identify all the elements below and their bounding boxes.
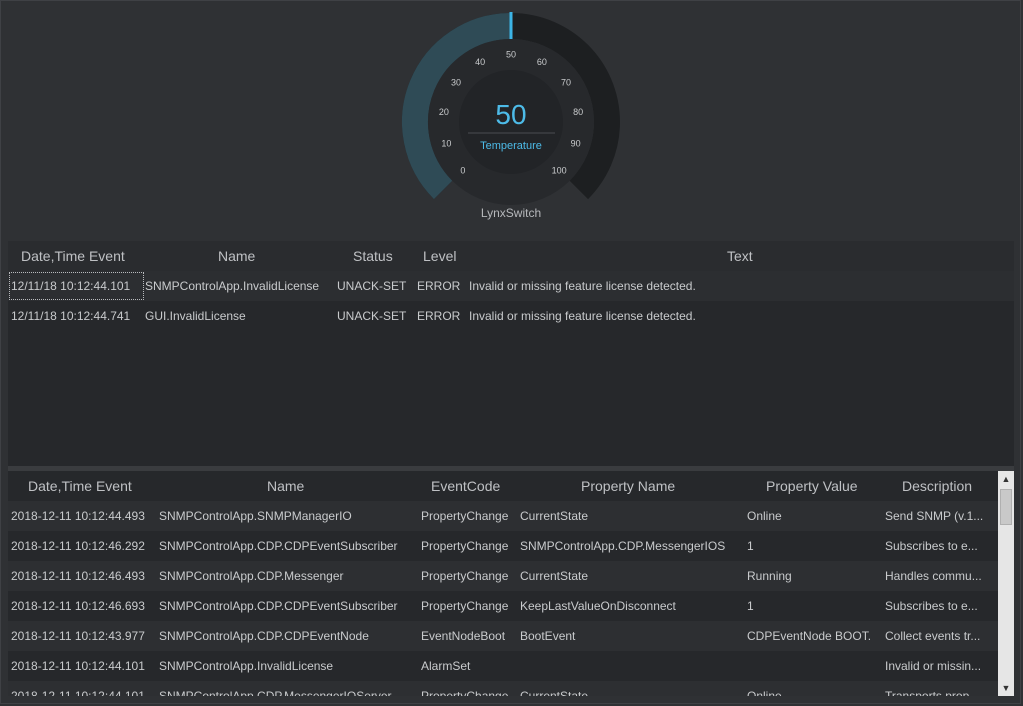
alarm-cell-text[interactable]: Invalid or missing feature license detec… (469, 301, 969, 331)
alarm-table-header: Date,Time Event Name Status Level Text (8, 241, 1014, 271)
event-cell-name[interactable]: SNMPControlApp.CDP.MessengerIOServer (159, 681, 417, 696)
alarm-row[interactable]: 12/11/18 10:12:44.741 GUI.InvalidLicense… (8, 301, 1014, 331)
alarm-cell-name[interactable]: SNMPControlApp.InvalidLicense (145, 271, 335, 301)
event-cell-property-name[interactable]: CurrentState (520, 501, 745, 531)
gauge-tick-label: 10 (441, 139, 451, 149)
alarm-col-time[interactable]: Date,Time Event (21, 241, 125, 271)
event-cell-description[interactable]: Collect events tr... (885, 621, 995, 651)
event-col-property-name[interactable]: Property Name (581, 471, 675, 501)
event-cell-property-name[interactable]: BootEvent (520, 621, 745, 651)
event-cell-property-name[interactable]: KeepLastValueOnDisconnect (520, 591, 745, 621)
event-row[interactable]: 2018-12-11 10:12:46.693 SNMPControlApp.CD… (8, 591, 998, 621)
event-row[interactable]: 2018-12-11 10:12:44.493 SNMPControlApp.SN… (8, 501, 998, 531)
event-cell-eventcode[interactable]: PropertyChange (421, 531, 519, 561)
gauge-tick-label: 90 (571, 139, 581, 149)
event-cell-property-name[interactable]: CurrentState (520, 681, 745, 696)
event-cell-eventcode[interactable]: PropertyChange (421, 681, 519, 696)
event-cell-name[interactable]: SNMPControlApp.InvalidLicense (159, 651, 417, 681)
event-cell-description[interactable]: Subscribes to e... (885, 531, 995, 561)
event-cell-description[interactable]: Transports prop... (885, 681, 995, 696)
event-cell-eventcode[interactable]: AlarmSet (421, 651, 519, 681)
event-col-description[interactable]: Description (902, 471, 972, 501)
event-cell-property-name[interactable]: CurrentState (520, 561, 745, 591)
event-table: Date,Time Event Name EventCode Property … (8, 471, 998, 696)
event-row[interactable]: 2018-12-11 10:12:43.977 SNMPControlApp.CD… (8, 621, 998, 651)
gauge-label: Temperature (480, 140, 542, 152)
event-cell-description[interactable]: Subscribes to e... (885, 591, 995, 621)
event-cell-name[interactable]: SNMPControlApp.CDP.CDPEventSubscriber (159, 531, 417, 561)
alarm-cell-level[interactable]: ERROR (417, 271, 467, 301)
event-cell-eventcode[interactable]: PropertyChange (421, 501, 519, 531)
event-cell-name[interactable]: SNMPControlApp.SNMPManagerIO (159, 501, 417, 531)
alarm-col-name[interactable]: Name (218, 241, 255, 271)
gauge-tick-label: 0 (460, 166, 465, 176)
event-cell-eventcode[interactable]: PropertyChange (421, 591, 519, 621)
alarm-col-level[interactable]: Level (423, 241, 456, 271)
alarm-cell-name[interactable]: GUI.InvalidLicense (145, 301, 335, 331)
gauge-tick-label: 70 (561, 78, 571, 88)
event-cell-name[interactable]: SNMPControlApp.CDP.Messenger (159, 561, 417, 591)
event-col-name[interactable]: Name (267, 471, 304, 501)
event-table-header: Date,Time Event Name EventCode Property … (8, 471, 998, 501)
alarm-cell-time[interactable]: 12/11/18 10:12:44.101 (8, 271, 145, 301)
alarm-cell-text[interactable]: Invalid or missing feature license detec… (469, 271, 969, 301)
event-col-property-value[interactable]: Property Value (766, 471, 858, 501)
event-cell-time[interactable]: 2018-12-11 10:12:43.977 (11, 621, 161, 651)
event-cell-time[interactable]: 2018-12-11 10:12:46.292 (11, 531, 161, 561)
gauge-tick-label: 20 (439, 107, 449, 117)
scroll-up-icon[interactable]: ▲ (998, 471, 1014, 487)
event-cell-time[interactable]: 2018-12-11 10:12:46.493 (11, 561, 161, 591)
event-cell-property-value[interactable]: 1 (747, 591, 882, 621)
event-cell-description[interactable]: Send SNMP (v.1... (885, 501, 995, 531)
event-row[interactable]: 2018-12-11 10:12:44.101 SNMPControlApp.In… (8, 651, 998, 681)
event-cell-time[interactable]: 2018-12-11 10:12:46.693 (11, 591, 161, 621)
gauge-tick-label: 100 (552, 166, 567, 176)
event-cell-time[interactable]: 2018-12-11 10:12:44.101 (11, 651, 161, 681)
event-col-eventcode[interactable]: EventCode (431, 471, 500, 501)
event-cell-description[interactable]: Invalid or missin... (885, 651, 995, 681)
alarm-cell-time[interactable]: 12/11/18 10:12:44.741 (11, 301, 142, 331)
temperature-gauge: 0 10 20 30 40 50 60 70 80 90 100 50 Temperature Ly… (0, 0, 1023, 240)
gauge-tick-label: 60 (537, 57, 547, 67)
alarm-list-panel[interactable]: Date,Time Event Name Status Level Text 1… (8, 241, 1014, 466)
event-log-panel[interactable]: Date,Time Event Name EventCode Property … (8, 471, 998, 696)
event-row[interactable]: 2018-12-11 10:12:46.292 SNMPControlApp.CD… (8, 531, 998, 561)
event-row[interactable]: 2018-12-11 10:12:46.493 SNMPControlApp.CD… (8, 561, 998, 591)
event-cell-eventcode[interactable]: EventNodeBoot (421, 621, 519, 651)
scroll-thumb[interactable] (1000, 489, 1012, 525)
event-cell-name[interactable]: SNMPControlApp.CDP.CDPEventSubscriber (159, 591, 417, 621)
event-cell-description[interactable]: Handles commu... (885, 561, 995, 591)
event-cell-property-value[interactable]: CDPEventNode BOOT. (747, 621, 882, 651)
alarm-row[interactable]: 12/11/18 10:12:44.101 SNMPControlApp.Inv… (8, 271, 1014, 301)
alarm-cell-level[interactable]: ERROR (417, 301, 467, 331)
event-rows: 2018-12-11 10:12:44.493 SNMPControlApp.SN… (8, 501, 998, 696)
event-row[interactable]: 2018-12-11 10:12:44.101 SNMPControlApp.CD… (8, 681, 998, 696)
event-cell-time[interactable]: 2018-12-11 10:12:44.493 (11, 501, 161, 531)
event-cell-time[interactable]: 2018-12-11 10:12:44.101 (11, 681, 161, 696)
event-cell-property-name[interactable] (520, 651, 745, 681)
scroll-down-icon[interactable]: ▼ (998, 680, 1014, 696)
alarm-cell-status[interactable]: UNACK-SET (337, 271, 417, 301)
event-cell-property-name[interactable]: SNMPControlApp.CDP.MessengerIOS (520, 531, 745, 561)
gauge-tick-label: 80 (573, 107, 583, 117)
alarm-col-status[interactable]: Status (353, 241, 393, 271)
gauge-svg: 0 10 20 30 40 50 60 70 80 90 100 50 Temperature Ly… (402, 12, 620, 220)
event-cell-property-value[interactable] (747, 651, 882, 681)
alarm-col-text[interactable]: Text (727, 241, 753, 271)
event-cell-property-value[interactable]: 1 (747, 531, 882, 561)
gauge-tick-label: 40 (475, 57, 485, 67)
event-cell-property-value[interactable]: Running (747, 561, 882, 591)
alarm-cell-status[interactable]: UNACK-SET (337, 301, 417, 331)
alarm-table: Date,Time Event Name Status Level Text 1… (8, 241, 1014, 331)
event-cell-property-value[interactable]: Online (747, 501, 882, 531)
event-cell-name[interactable]: SNMPControlApp.CDP.CDPEventNode (159, 621, 417, 651)
event-cell-property-value[interactable]: Online (747, 681, 882, 696)
event-scrollbar[interactable]: ▲ ▼ (998, 471, 1014, 696)
gauge-tick-label: 30 (451, 78, 461, 88)
event-col-time[interactable]: Date,Time Event (28, 471, 132, 501)
event-cell-eventcode[interactable]: PropertyChange (421, 561, 519, 591)
gauge-device-name: LynxSwitch (481, 206, 541, 220)
gauge-value: 50 (495, 99, 526, 130)
gauge-tick-label: 50 (506, 50, 516, 60)
